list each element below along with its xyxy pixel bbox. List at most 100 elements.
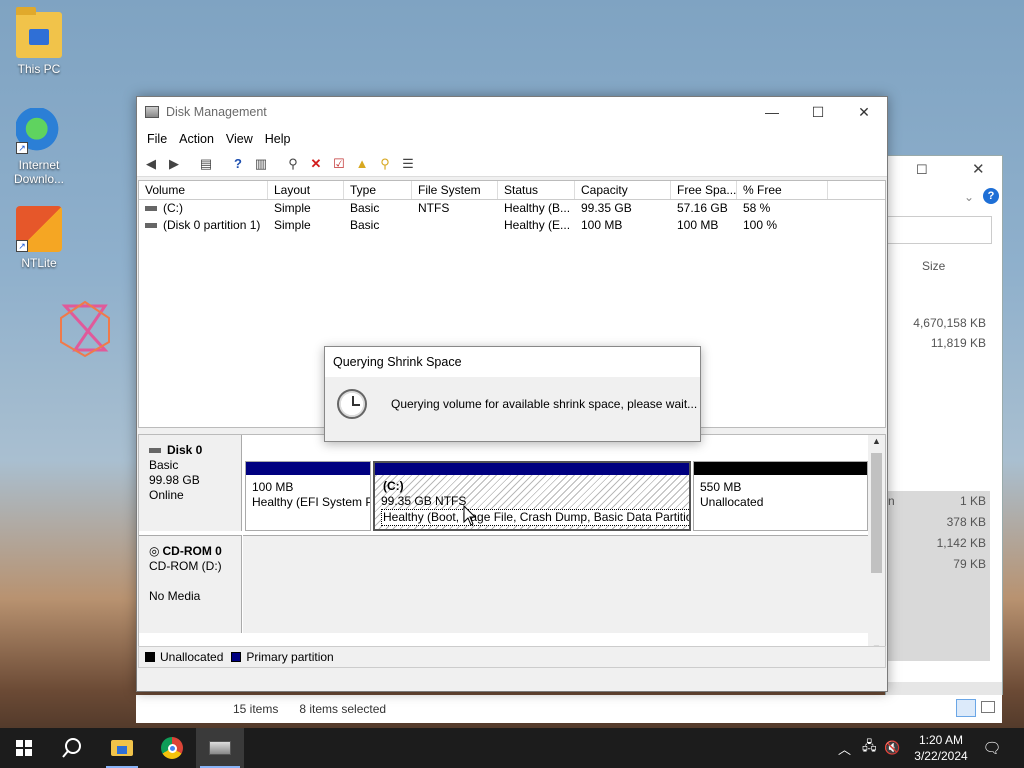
status-cell: Healthy (E... (504, 218, 571, 232)
cdrom-name: CD-ROM 0 (162, 544, 222, 558)
notifications-icon[interactable]: 🗨 (980, 728, 1004, 768)
help-icon[interactable]: ? (983, 188, 999, 204)
legend: Unallocated Primary partition (138, 646, 886, 668)
column-header-free-space[interactable]: Free Spa... (671, 181, 737, 199)
column-header-size[interactable]: Size (922, 259, 945, 273)
querying-shrink-space-dialog[interactable]: Querying Shrink Space Querying volume fo… (324, 346, 701, 442)
disk-management-taskbar-button[interactable] (196, 728, 244, 768)
status-cell: Healthy (B... (504, 201, 571, 215)
desktop-icon-this-pc[interactable]: This PC (4, 7, 74, 76)
toolbar: ◀ ▶ ▤ ? ▥ ⚲ ✕ ☑ ▲ ⚲ ☰ (137, 151, 887, 177)
check-icon[interactable]: ☑ (329, 154, 349, 174)
partition-status: Unallocated (700, 495, 764, 509)
show-hidden-icons-icon[interactable]: ︿ (838, 728, 856, 768)
partition-c[interactable]: (C:) 99.35 GB NTFS Healthy (Boot, Page F… (373, 461, 691, 531)
minimize-icon: — (765, 104, 779, 120)
size-value: 11,819 KB (930, 336, 986, 350)
column-header-volume[interactable]: Volume (139, 181, 268, 199)
chevron-down-icon[interactable]: ⌄ (964, 190, 974, 204)
layout-cell: Simple (274, 201, 311, 215)
cdrom-drive: CD-ROM (D:) (149, 559, 222, 573)
scroll-up-icon[interactable]: ▲ (872, 436, 881, 446)
desktop-icon-internet-download-manager[interactable]: ↗ Internet Downlo... (4, 108, 74, 186)
background-explorer-window[interactable]: ☐ ✕ ⌄ ? Size 4,670,158 KB 11,819 KB n 1 … (885, 155, 1003, 696)
maximize-icon[interactable]: ☐ (916, 162, 928, 178)
menu-view[interactable]: View (220, 132, 259, 146)
clock[interactable]: 1:20 AM 3/22/2024 (906, 728, 976, 768)
partition-efi[interactable]: 100 MB Healthy (EFI System P (245, 461, 371, 531)
desktop-icon-ntlite[interactable]: ↗ NTLite (4, 206, 74, 270)
search-icon (62, 738, 81, 758)
free-space-cell: 100 MB (677, 218, 719, 232)
disk-icon (149, 448, 161, 454)
primary-partition-bar (375, 463, 689, 475)
volume-cell: (Disk 0 partition 1) (139, 217, 268, 234)
windows-logo-icon (16, 740, 32, 756)
clock-icon (337, 389, 367, 419)
legend-primary: Primary partition (246, 650, 334, 664)
title-bar[interactable]: Disk Management — ☐ ✕ (137, 97, 887, 127)
search-box[interactable] (886, 216, 992, 244)
minimize-button[interactable]: — (749, 97, 795, 127)
column-header-file-system[interactable]: File System (412, 181, 498, 199)
close-button[interactable]: ✕ (841, 97, 887, 127)
close-icon[interactable]: ✕ (972, 160, 985, 178)
disk-0-label[interactable]: Disk 0 Basic 99.98 GB Online (139, 435, 242, 531)
file-explorer-icon (111, 740, 133, 756)
table-row[interactable]: (C:) Simple Basic NTFS Healthy (B... 99.… (139, 200, 885, 217)
selected-count: 8 items selected (299, 702, 387, 716)
properties-icon[interactable]: ☰ (398, 154, 418, 174)
scroll-thumb[interactable] (871, 453, 882, 573)
column-header-status[interactable]: Status (498, 181, 575, 199)
disk-size: 99.98 GB (149, 473, 200, 487)
column-header-capacity[interactable]: Capacity (575, 181, 671, 199)
desktop-icon-label: This PC (17, 62, 61, 76)
file-explorer-taskbar-button[interactable] (98, 728, 146, 768)
partition-status: Healthy (Boot, Page File, Crash Dump, Ba… (381, 509, 689, 526)
folder-up-icon[interactable]: ▲ (352, 154, 372, 174)
menu-action[interactable]: Action (173, 132, 220, 146)
disk-management-icon (209, 741, 231, 755)
help-icon[interactable]: ? (228, 154, 248, 174)
cdrom-area (243, 535, 869, 633)
capacity-cell: 100 MB (581, 218, 623, 232)
internet-download-manager-icon: ↗ (16, 108, 62, 154)
explorer-status-bar: 15 items 8 items selected (136, 695, 1002, 723)
menu-file[interactable]: File (141, 132, 173, 146)
delete-icon[interactable]: ✕ (306, 154, 326, 174)
search-button[interactable] (48, 728, 96, 768)
column-header-type[interactable]: Type (344, 181, 412, 199)
primary-partition-bar (246, 462, 370, 475)
back-icon[interactable]: ◀ (141, 154, 161, 174)
action-pane-icon[interactable]: ▥ (251, 154, 271, 174)
partition-unallocated[interactable]: 550 MB Unallocated (693, 461, 868, 531)
horizontal-scrollbar[interactable] (886, 682, 1002, 696)
percent-free-cell: 100 % (743, 218, 778, 232)
dialog-title: Querying Shrink Space (325, 347, 700, 377)
chrome-taskbar-button[interactable] (148, 728, 196, 768)
forward-icon[interactable]: ▶ (164, 154, 184, 174)
start-button[interactable] (0, 728, 48, 768)
cdrom-0-label[interactable]: ◎ CD-ROM 0 CD-ROM (D:) No Media (139, 535, 242, 633)
network-icon[interactable]: 🖧 (862, 728, 880, 768)
menu-help[interactable]: Help (259, 132, 297, 146)
large-icons-view-icon[interactable] (981, 701, 995, 713)
row-fragment: n (888, 494, 895, 508)
partition-size: 550 MB (700, 480, 742, 494)
maximize-button[interactable]: ☐ (795, 97, 841, 127)
column-header-layout[interactable]: Layout (268, 181, 344, 199)
graphical-disk-view[interactable]: Disk 0 Basic 99.98 GB Online 100 MB Heal… (138, 434, 886, 666)
volume-cell: (C:) (139, 200, 268, 217)
table-row[interactable]: (Disk 0 partition 1) Simple Basic Health… (139, 217, 885, 234)
connect-virtual-disk-icon[interactable]: ⚲ (283, 154, 303, 174)
type-cell: Basic (350, 218, 380, 232)
show-hide-console-tree-icon[interactable]: ▤ (196, 154, 216, 174)
this-pc-icon (16, 7, 62, 58)
search-icon[interactable]: ⚲ (375, 154, 395, 174)
partition-label: (C:) (383, 479, 404, 493)
volume-muted-icon[interactable]: 🔇 (884, 728, 904, 768)
volume-list-header: Volume Layout Type File System Status Ca… (139, 181, 885, 200)
details-view-icon[interactable] (956, 699, 976, 717)
column-header-percent-free[interactable]: % Free (737, 181, 828, 199)
vertical-scrollbar[interactable]: ▲ ▼ (868, 435, 885, 665)
